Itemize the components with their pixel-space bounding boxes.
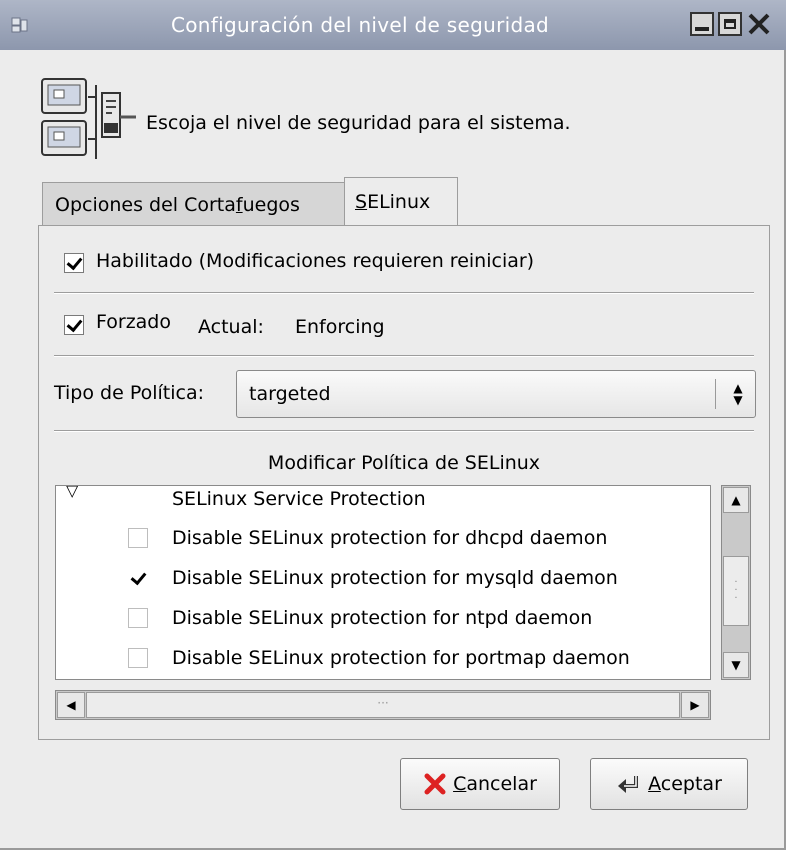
separator (54, 292, 754, 294)
policy-type-label: Tipo de Política: (54, 382, 204, 404)
collapse-triangle-icon[interactable]: ▽ (66, 486, 78, 509)
separator (54, 430, 754, 432)
tab-firewall-options[interactable]: Opciones del Cortafuegos (42, 182, 345, 226)
enabled-label[interactable]: Habilitado (Modificaciones requieren rei… (96, 250, 534, 272)
tree-row-checkbox[interactable] (128, 608, 148, 628)
tree-row[interactable]: Disable SELinux protection for mysqld da… (56, 560, 710, 596)
tree-group-label: SELinux Service Protection (172, 488, 426, 510)
tab-selinux-label-mnemonic: S (355, 191, 368, 213)
tab-firewall-label-mnemonic: f (235, 194, 243, 216)
enforcing-label[interactable]: Forzado (96, 311, 171, 333)
ok-mnemonic: A (648, 773, 661, 795)
app-icon[interactable] (10, 14, 30, 34)
modify-policy-title: Modificar Política de SELinux (267, 452, 541, 474)
tree-group-row[interactable]: ▽ SELinux Service Protection (56, 486, 710, 517)
tree-row[interactable]: Disable SELinux protection for dhcpd dae… (56, 520, 710, 556)
close-icon (748, 13, 770, 35)
policy-type-value: targeted (249, 383, 331, 405)
ok-label-rest: ceptar (660, 773, 722, 795)
tab-selinux-label-post: ELinux (367, 191, 431, 213)
minimize-button[interactable] (690, 12, 714, 36)
ok-button[interactable]: Aceptar (590, 758, 748, 810)
scroll-right-arrow-icon[interactable]: ▶ (681, 692, 709, 718)
current-mode-value: Enforcing (295, 316, 385, 338)
tab-firewall-label-post: uegos (242, 194, 300, 216)
return-arrow-icon (618, 776, 639, 793)
close-button[interactable] (746, 12, 772, 36)
enabled-checkbox[interactable] (64, 253, 84, 273)
policy-type-select[interactable]: targeted ▲ ▼ (236, 370, 756, 418)
tree-row-checkbox[interactable] (128, 648, 148, 668)
scroll-left-arrow-icon[interactable]: ◀ (57, 692, 85, 718)
combo-divider (715, 379, 716, 409)
tree-row-label: Disable SELinux protection for dhcpd dae… (172, 527, 608, 549)
cancel-label-rest: ancelar (466, 773, 537, 795)
network-computers-icon (41, 78, 136, 159)
tree-row[interactable]: Disable SELinux protection for portmap d… (56, 640, 710, 676)
scroll-up-arrow-icon[interactable]: ▲ (723, 487, 749, 513)
current-mode-label: Actual: (198, 316, 264, 338)
tree-row-label: Disable SELinux protection for mysqld da… (172, 567, 618, 589)
tab-selinux[interactable]: SELinux (344, 177, 458, 225)
maximize-button[interactable] (718, 12, 742, 36)
vertical-scrollbar[interactable]: ▲ · · · ▼ (721, 485, 751, 680)
updown-arrows-icon: ▲ ▼ (733, 381, 743, 407)
policy-tree[interactable]: ▽ SELinux Service Protection Disable SEL… (55, 485, 711, 680)
horizontal-scrollbar[interactable]: ◀ ··· ▶ (55, 690, 711, 720)
horizontal-scroll-thumb[interactable]: ··· (86, 692, 680, 718)
tab-firewall-label-pre: Opciones del Corta (55, 194, 236, 216)
tree-row[interactable]: Disable SELinux protection for ntpd daem… (56, 600, 710, 636)
tree-row-label: Disable SELinux protection for ntpd daem… (172, 607, 593, 629)
separator (54, 355, 754, 357)
cancel-button[interactable]: Cancelar (400, 758, 560, 810)
cancel-mnemonic: C (453, 773, 467, 795)
scroll-down-arrow-icon[interactable]: ▼ (723, 652, 749, 678)
window-title: Configuración del nivel de seguridad (170, 13, 550, 37)
tree-row-checkbox[interactable] (128, 568, 148, 588)
red-x-icon (424, 773, 446, 795)
enforcing-checkbox[interactable] (64, 315, 84, 335)
vertical-scroll-thumb[interactable]: · · · (723, 556, 749, 626)
tree-row-label: Disable SELinux protection for portmap d… (172, 647, 630, 669)
title-bar[interactable]: Configuración del nivel de seguridad (0, 0, 786, 50)
tree-row-checkbox[interactable] (128, 528, 148, 548)
header-text: Escoja el nivel de seguridad para el sis… (146, 112, 571, 134)
dialog-window: Configuración del nivel de seguridad Esc… (0, 0, 786, 850)
